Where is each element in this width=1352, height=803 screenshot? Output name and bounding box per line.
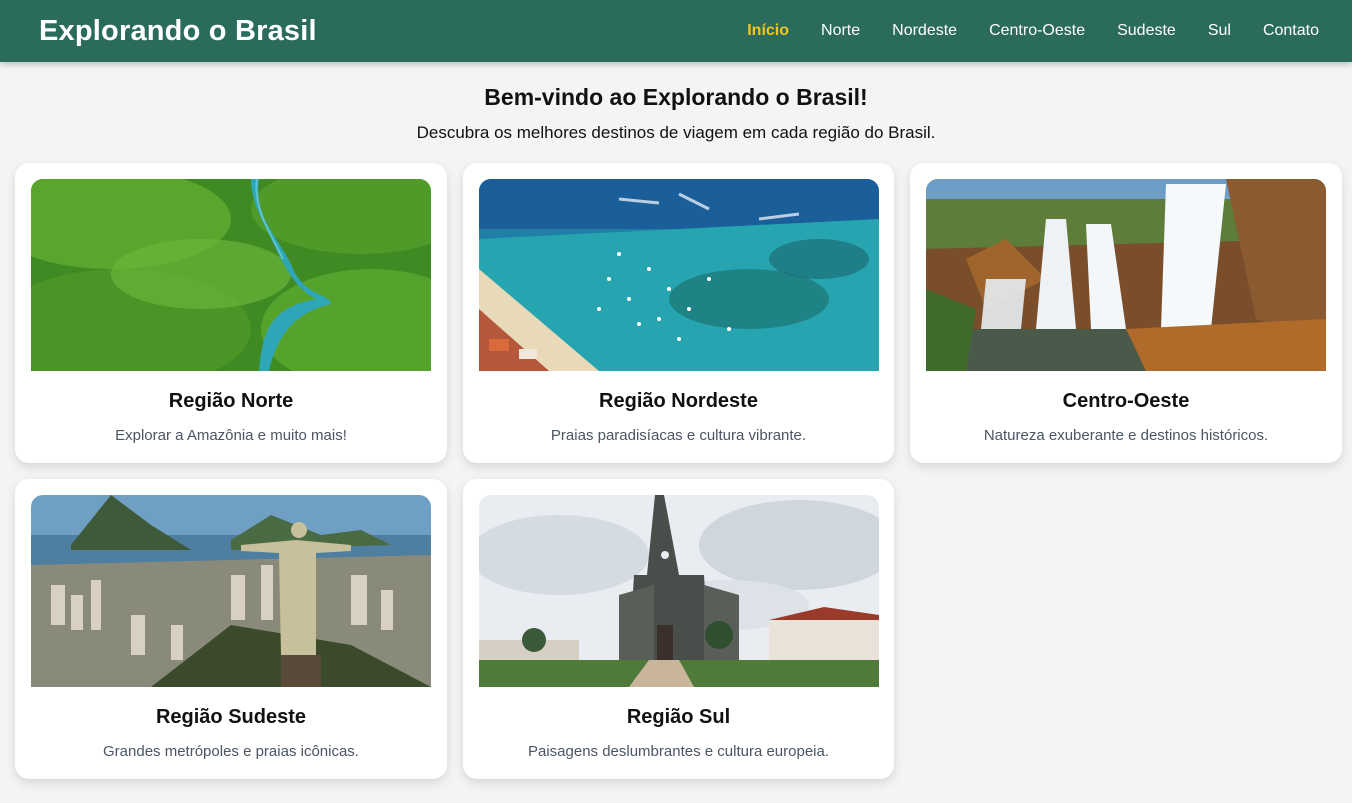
- card-description: Explorar a Amazônia e muito mais!: [115, 427, 347, 444]
- waterfall-canyon-photo: [926, 179, 1326, 371]
- nav-link-norte[interactable]: Norte: [821, 22, 860, 40]
- main-nav: Início Norte Nordeste Centro-Oeste Sudes…: [715, 22, 1319, 40]
- amazon-rainforest-river-photo: [31, 179, 431, 371]
- nav-link-sudeste[interactable]: Sudeste: [1117, 22, 1176, 40]
- card-description: Paisagens deslumbrantes e cultura europe…: [527, 743, 830, 760]
- top-navbar: Explorando o Brasil Início Norte Nordest…: [0, 0, 1352, 62]
- nav-link-inicio[interactable]: Início: [747, 22, 789, 40]
- hero-subtitle: Descubra os melhores destinos de viagem …: [416, 123, 936, 142]
- nav-link-contato[interactable]: Contato: [1263, 22, 1319, 40]
- region-card-norte[interactable]: Região Norte Explorar a Amazônia e muito…: [15, 163, 447, 463]
- tropical-beach-boats-photo: [479, 179, 879, 371]
- region-card-nordeste[interactable]: Região Nordeste Praias paradisíacas e cu…: [463, 163, 894, 463]
- region-card-centro-oeste[interactable]: Centro-Oeste Natureza exuberante e desti…: [910, 163, 1342, 463]
- nav-link-centro-oeste[interactable]: Centro-Oeste: [989, 22, 1085, 40]
- nav-link-nordeste[interactable]: Nordeste: [892, 22, 957, 40]
- card-description: Natureza exuberante e destinos histórico…: [983, 427, 1269, 444]
- card-description: Grandes metrópoles e praias icônicas.: [103, 743, 359, 760]
- card-title: Região Nordeste: [599, 390, 758, 412]
- card-title: Centro-Oeste: [1062, 390, 1190, 412]
- nav-link-sul[interactable]: Sul: [1208, 22, 1231, 40]
- gothic-cathedral-town-photo: [479, 495, 879, 687]
- card-title: Região Sul: [626, 706, 731, 728]
- card-description: Praias paradisíacas e cultura vibrante.: [550, 427, 807, 444]
- card-title: Região Sudeste: [155, 706, 307, 728]
- site-brand[interactable]: Explorando o Brasil: [39, 15, 317, 48]
- region-card-sul[interactable]: Região Sul Paisagens deslumbrantes e cul…: [463, 479, 894, 779]
- hero-title: Bem-vindo ao Explorando o Brasil!: [484, 84, 868, 110]
- region-card-sudeste[interactable]: Região Sudeste Grandes metrópoles e prai…: [15, 479, 447, 779]
- christ-the-redeemer-rio-photo: [31, 495, 431, 687]
- card-title: Região Norte: [168, 390, 294, 412]
